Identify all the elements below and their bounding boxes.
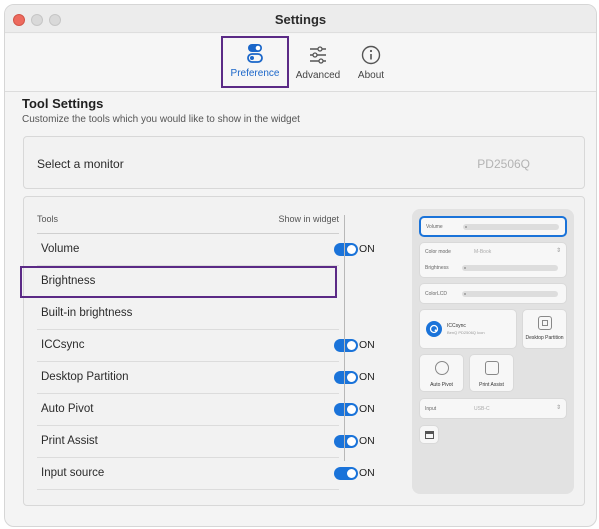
section-title: Tool Settings bbox=[22, 96, 104, 111]
tool-settings-header: Tool Settings Customize the tools which … bbox=[22, 96, 587, 125]
preview-volume-box: Volume bbox=[419, 216, 567, 237]
preview-auto-pivot-label: Auto Pivot bbox=[430, 382, 453, 388]
auto-pivot-icon bbox=[435, 361, 449, 375]
tool-name: Desktop Partition bbox=[41, 371, 129, 383]
preview-colorlcd-slider bbox=[462, 291, 558, 297]
tools-scrollbar[interactable] bbox=[344, 215, 345, 461]
tool-row-brightness[interactable]: Brightness bbox=[20, 266, 337, 298]
preview-input-value: USB-C bbox=[474, 406, 490, 412]
preview-iccsync-title: ICCsync bbox=[447, 323, 466, 329]
tab-preference-label: Preference bbox=[230, 68, 280, 79]
toggle-switch bbox=[334, 435, 358, 448]
tool-row-auto-pivot[interactable]: Auto Pivot ON bbox=[37, 394, 375, 426]
desktop-partition-icon bbox=[538, 316, 552, 330]
tools-panel: Tools Show in widget Volume ON Brightnes… bbox=[20, 196, 585, 506]
tool-row-built-in-brightness[interactable]: Built-in brightness bbox=[37, 298, 339, 330]
settings-toolbar: Preference Advanced About bbox=[5, 34, 596, 92]
widget-preview: Volume Color mode M-Book ⇕ Brightness Co… bbox=[412, 209, 574, 494]
preview-chevron-icon: ⇕ bbox=[556, 405, 562, 411]
title-bar: Settings bbox=[5, 5, 596, 33]
toggle-switch bbox=[334, 467, 358, 480]
tool-name: ICCsync bbox=[41, 339, 85, 351]
tab-advanced[interactable]: Advanced bbox=[288, 40, 348, 86]
preview-print-assist-box: Print Assist bbox=[469, 354, 514, 392]
preview-desktop-partition-label: Desktop Partition bbox=[525, 335, 564, 341]
preview-color-box: Color mode M-Book ⇕ Brightness bbox=[419, 242, 567, 278]
toggle-state-label: ON bbox=[359, 403, 375, 415]
preview-input-box: Input USB-C ⇕ bbox=[419, 398, 567, 419]
preview-desktop-partition-box: Desktop Partition bbox=[522, 309, 567, 349]
preview-volume-slider bbox=[463, 224, 559, 230]
preview-volume-label: Volume bbox=[426, 224, 443, 230]
preview-iccsync-subtitle: BenQ PD2506Q Icon bbox=[447, 330, 485, 335]
tab-about-label: About bbox=[357, 70, 385, 81]
tools-list: Volume ON Brightness Built-in brightness… bbox=[20, 233, 375, 490]
iccsync-icon bbox=[426, 321, 442, 337]
tool-row-input-source[interactable]: Input source ON bbox=[37, 458, 375, 490]
toggle-switch bbox=[334, 371, 358, 384]
preview-brightness-slider bbox=[462, 265, 558, 271]
tool-row-volume[interactable]: Volume ON bbox=[37, 234, 375, 266]
tool-row-print-assist[interactable]: Print Assist ON bbox=[37, 426, 375, 458]
preview-color-mode-value: M-Book bbox=[474, 249, 492, 255]
preview-colorlcd-box: ColorLCD bbox=[419, 283, 567, 304]
tool-name: Input source bbox=[41, 467, 105, 479]
print-assist-icon bbox=[485, 361, 499, 375]
tools-list-header: Tools Show in widget bbox=[37, 214, 339, 224]
window-icon bbox=[425, 431, 434, 439]
preview-print-assist-label: Print Assist bbox=[479, 382, 504, 388]
toggle-state-label: ON bbox=[359, 435, 375, 447]
preview-colorlcd-label: ColorLCD bbox=[425, 291, 447, 297]
tool-row-iccsync[interactable]: ICCsync ON bbox=[37, 330, 375, 362]
tab-about[interactable]: About bbox=[341, 40, 401, 86]
preview-brightness-label: Brightness bbox=[425, 265, 449, 271]
tool-name: Print Assist bbox=[41, 435, 98, 447]
tool-name: Volume bbox=[41, 243, 80, 255]
toggle-state-label: ON bbox=[359, 371, 375, 383]
tab-advanced-label: Advanced bbox=[295, 70, 341, 81]
tab-preference[interactable]: Preference bbox=[221, 36, 289, 88]
tool-name: Built-in brightness bbox=[41, 307, 133, 319]
tool-name: Auto Pivot bbox=[41, 403, 94, 415]
toggle-settings-icon bbox=[247, 44, 263, 63]
toggle-state-label: ON bbox=[359, 339, 375, 351]
sliders-icon bbox=[310, 46, 326, 64]
toggle-state-label: ON bbox=[359, 467, 375, 479]
toggle-switch bbox=[334, 243, 358, 256]
show-in-widget-header: Show in widget bbox=[278, 214, 339, 224]
preview-input-label: Input bbox=[425, 406, 437, 412]
preview-window-box bbox=[419, 425, 439, 444]
monitor-select[interactable]: Select a monitor PD2506Q bbox=[23, 136, 585, 189]
tool-row-desktop-partition[interactable]: Desktop Partition ON bbox=[37, 362, 375, 394]
info-icon bbox=[361, 45, 381, 65]
tool-name: Brightness bbox=[41, 275, 96, 287]
toggle-state-label: ON bbox=[359, 243, 375, 255]
window-title: Settings bbox=[274, 12, 327, 27]
preview-iccsync-box: ICCsync BenQ PD2506Q Icon bbox=[419, 309, 517, 349]
toggle-switch bbox=[334, 403, 358, 416]
preview-chevron-icon: ⇕ bbox=[556, 248, 562, 254]
preview-auto-pivot-box: Auto Pivot bbox=[419, 354, 464, 392]
tools-column-header: Tools bbox=[37, 214, 59, 224]
preview-color-mode-label: Color mode bbox=[425, 249, 451, 255]
monitor-select-value: PD2506Q bbox=[477, 157, 530, 171]
toggle-switch bbox=[334, 339, 358, 352]
monitor-select-label: Select a monitor bbox=[37, 157, 124, 171]
section-subtitle: Customize the tools which you would like… bbox=[22, 114, 300, 125]
